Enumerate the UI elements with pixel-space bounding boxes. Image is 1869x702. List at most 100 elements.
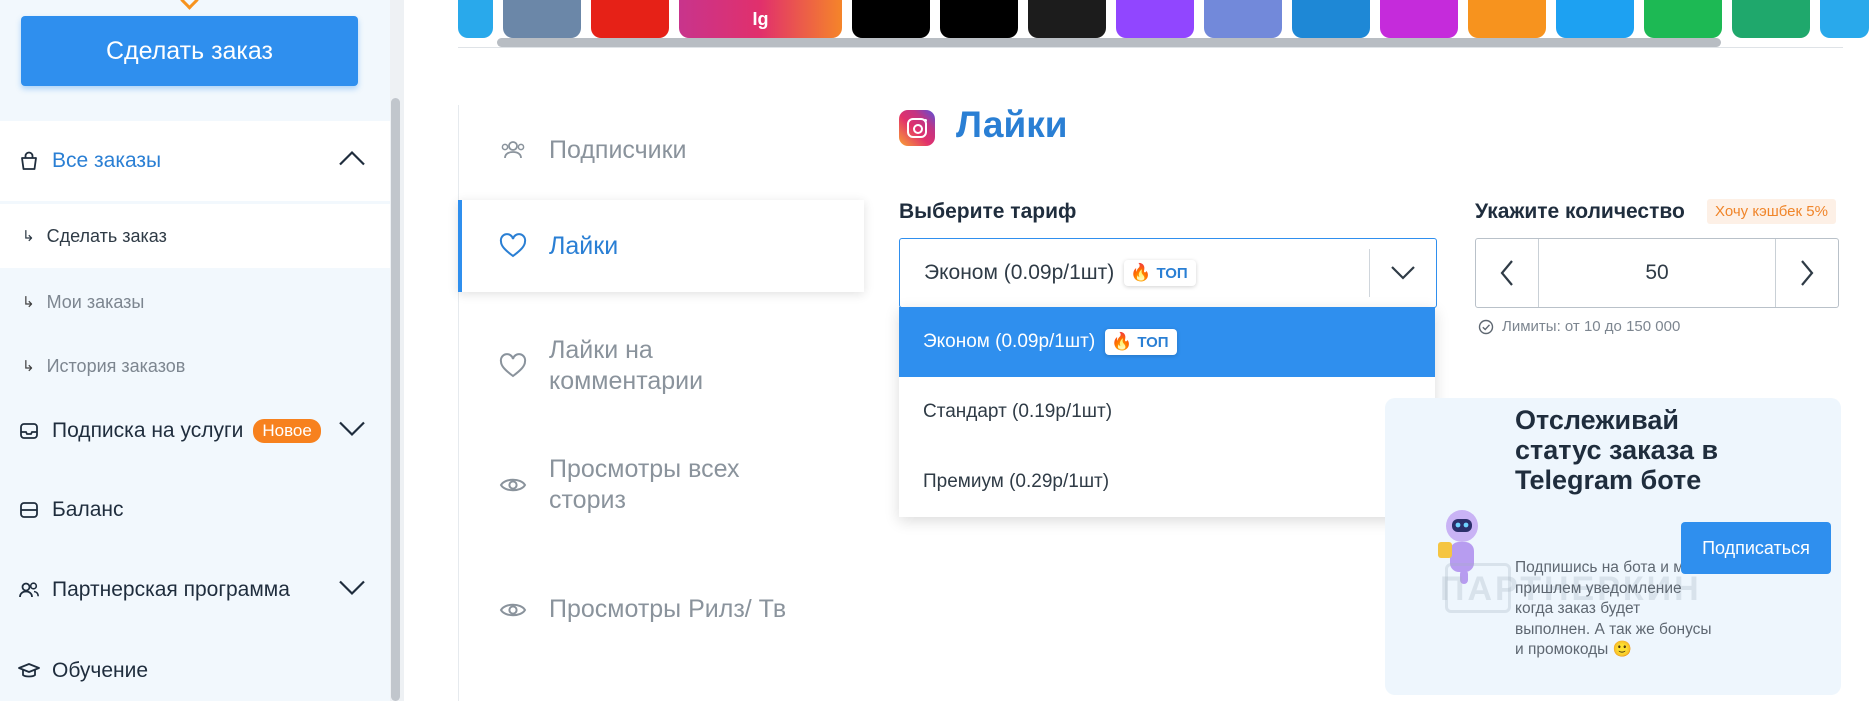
tabs-divider <box>458 47 1843 48</box>
sidebar-scrollbar-thumb[interactable] <box>391 98 400 701</box>
service-label: Просмотры всех сториз <box>549 454 740 514</box>
return-arrow-icon: ↳ <box>22 358 35 375</box>
threads-tab[interactable] <box>1732 0 1810 38</box>
option-label: Стандарт (0.19р/1шт) <box>923 401 1113 422</box>
chevron-down-icon[interactable] <box>338 580 366 601</box>
nav-learning[interactable]: Обучение <box>0 640 390 702</box>
telegram-alt-tab[interactable] <box>1820 0 1869 38</box>
chevron-down-icon[interactable] <box>1390 260 1416 289</box>
ok-tab[interactable] <box>1468 0 1546 38</box>
return-arrow-icon: ↳ <box>22 228 35 245</box>
youtube-tab[interactable] <box>591 0 669 38</box>
likee-tab[interactable] <box>1292 0 1370 38</box>
service-reels-views[interactable]: Просмотры Рилз/ Тв <box>459 557 861 662</box>
tiktok-alt-tab[interactable] <box>852 0 930 38</box>
sub-item-label: История заказов <box>46 355 186 376</box>
graduation-cap-icon <box>18 660 40 682</box>
service-label: Лайки <box>549 231 619 260</box>
top-badge: 🔥 ТОП <box>1124 260 1196 286</box>
sub-item-order-history[interactable]: ↳ История заказов <box>0 334 390 398</box>
decrement-button[interactable] <box>1476 239 1539 307</box>
service-likes[interactable]: Лайки <box>458 200 864 292</box>
spotify-tab[interactable] <box>1644 0 1722 38</box>
sidebar: Сделать заказ Все заказы ↳ Сделать заказ… <box>0 0 390 701</box>
fire-icon: 🔥 <box>1111 332 1133 351</box>
sub-item-label: Мои заказы <box>46 291 145 312</box>
option-label: Эконом (0.09р/1шт) <box>923 331 1096 352</box>
service-label: Просмотры Рилз/ Тв <box>549 595 787 623</box>
users-icon <box>499 136 527 164</box>
nav-all-orders-label: Все заказы <box>52 149 162 172</box>
quantity-stepper: 50 <box>1475 238 1839 308</box>
option-label: Премиум (0.29р/1шт) <box>923 471 1110 492</box>
eye-icon <box>499 471 527 499</box>
fire-icon: 🔥 <box>1130 263 1152 282</box>
kinopoisk-tab[interactable] <box>1028 0 1106 38</box>
wallet-icon <box>18 499 40 521</box>
new-badge: Новое <box>253 419 321 443</box>
select-divider <box>1369 249 1370 297</box>
discord-tab[interactable] <box>1204 0 1282 38</box>
promo-title: Отслеживай статус заказа в Telegram боте <box>1515 405 1719 495</box>
nav-partner[interactable]: Партнерская программа <box>0 559 390 621</box>
nav-balance[interactable]: Баланс <box>0 479 390 541</box>
sub-item-label: Сделать заказ <box>46 225 167 246</box>
instagram-icon <box>899 110 935 146</box>
quantity-label: Укажите количество <box>1475 200 1685 223</box>
nav-learning-label: Обучение <box>52 659 149 682</box>
chevron-up-icon[interactable] <box>338 150 366 172</box>
tariff-select[interactable]: Эконом (0.09р/1шт) 🔥 ТОП <box>899 238 1437 308</box>
nav-balance-label: Баланс <box>52 498 124 521</box>
subscribe-button[interactable]: Подписаться <box>1681 522 1831 574</box>
chevron-down-icon[interactable] <box>338 421 366 442</box>
tariff-option-standard[interactable]: Стандарт (0.19р/1шт) <box>899 377 1435 447</box>
top-badge-label: ТОП <box>1156 264 1188 282</box>
twitch-tab[interactable] <box>1116 0 1194 38</box>
tariff-selected-value: Эконом (0.09р/1шт) <box>924 261 1115 284</box>
instagram-icon-lens <box>913 124 923 134</box>
eye-icon <box>499 596 527 624</box>
vk-tab[interactable] <box>503 0 581 38</box>
tabs-scrollbar[interactable] <box>497 38 1721 47</box>
sub-item-make-order[interactable]: ↳ Сделать заказ <box>0 204 390 268</box>
tariff-label: Выберите тариф <box>899 200 1077 223</box>
limits-text: Лимиты: от 10 до 150 000 <box>1502 318 1681 335</box>
logo-fragment <box>180 0 199 10</box>
instagram-tab[interactable]: Ig <box>679 0 842 38</box>
telegram-tab[interactable] <box>458 0 493 38</box>
tiktok-tab[interactable] <box>940 0 1018 38</box>
shopping-bag-icon <box>18 150 40 172</box>
nav-partner-label: Партнерская программа <box>52 578 290 601</box>
inbox-icon <box>18 420 40 442</box>
limits-note: Лимиты: от 10 до 150 000 <box>1478 318 1680 335</box>
service-label: Лайки на комментарии <box>549 335 704 395</box>
users-icon <box>18 579 40 601</box>
cashback-link[interactable]: Хочу кэшбек 5% <box>1707 199 1836 224</box>
quantity-input[interactable]: 50 <box>1538 239 1776 307</box>
page-title: Лайки <box>956 104 1068 145</box>
nav-subscription-label: Подписка на услуги <box>52 419 244 442</box>
increment-button[interactable] <box>1775 239 1838 307</box>
telegram-promo: ПАРТНЕРКИН Отслеживай статус заказа в Te… <box>1385 398 1841 695</box>
top-badge-label: ТОП <box>1137 333 1169 351</box>
tariff-option-economy[interactable]: Эконом (0.09р/1шт) 🔥 ТОП <box>899 307 1435 377</box>
service-story-views[interactable]: Просмотры всех сториз <box>459 432 861 537</box>
twitter-tab[interactable] <box>1556 0 1634 38</box>
make-order-button[interactable]: Сделать заказ <box>21 16 358 86</box>
nav-subscription[interactable]: Подписка на услуги Новое <box>0 400 390 462</box>
tariff-option-premium[interactable]: Премиум (0.29р/1шт) <box>899 447 1435 517</box>
service-list: Подписчики Лайки Лайки на комментарии Пр… <box>458 105 865 701</box>
check-circle-icon <box>1478 319 1494 334</box>
heart-icon <box>499 352 527 380</box>
tariff-dropdown: Эконом (0.09р/1шт) 🔥 ТОП Стандарт (0.19р/… <box>899 307 1435 517</box>
service-label: Подписчики <box>549 135 687 164</box>
nav-all-orders[interactable]: Все заказы <box>0 121 390 201</box>
service-comment-likes[interactable]: Лайки на комментарии <box>459 313 861 418</box>
heart-icon <box>499 232 527 260</box>
yandex-zen-tab[interactable] <box>1380 0 1458 38</box>
top-badge: 🔥 ТОП <box>1105 329 1177 355</box>
instagram-tab-label: Ig <box>752 8 769 29</box>
service-followers[interactable]: Подписчики <box>459 105 861 195</box>
instagram-icon-flash <box>924 119 927 122</box>
sub-item-my-orders[interactable]: ↳ Мои заказы <box>0 270 390 334</box>
